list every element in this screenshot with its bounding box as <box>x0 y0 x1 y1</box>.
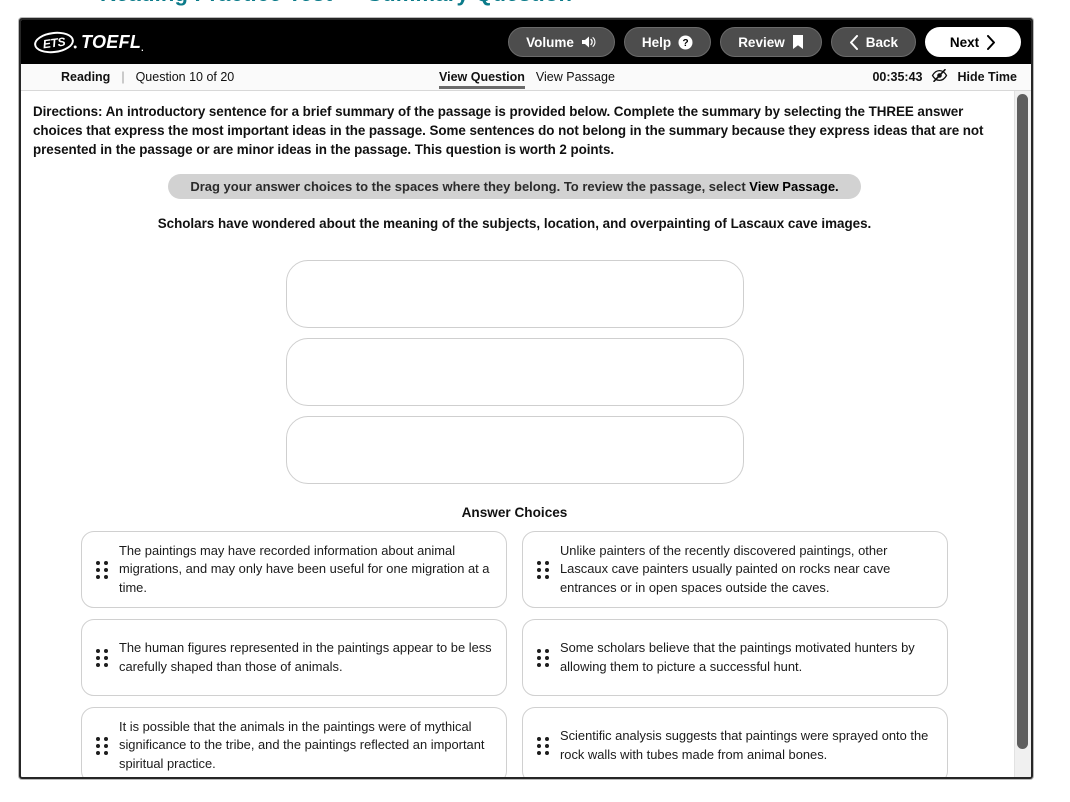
svg-text:?: ? <box>683 38 689 49</box>
answer-choice-5-text: It is possible that the animals in the p… <box>119 719 485 771</box>
drag-handle-icon[interactable] <box>96 560 108 579</box>
drag-handle-icon[interactable] <box>96 648 108 667</box>
back-button-label: Back <box>865 34 898 50</box>
help-icon: ? <box>678 35 693 50</box>
bookmark-icon <box>792 34 804 50</box>
help-button-label: Help <box>641 34 672 50</box>
toefl-test-window: ETS TOEFL. Volume Help ? Review Back Nex… <box>19 18 1033 779</box>
test-section-info: Reading | Question 10 of 20 <box>21 70 234 84</box>
tab-view-passage-label: View Passage <box>535 70 615 84</box>
drag-handle-icon[interactable] <box>537 648 549 667</box>
answer-choice-6[interactable]: Scientific analysis suggests that painti… <box>522 707 948 777</box>
section-label: Reading <box>61 70 111 84</box>
answer-choice-6-text: Scientific analysis suggests that painti… <box>560 728 929 762</box>
answer-choice-4[interactable]: Some scholars believe that the paintings… <box>522 619 948 697</box>
eye-slash-icon[interactable] <box>931 68 948 85</box>
toefl-wordmark: TOEFL. <box>81 31 144 53</box>
tab-view-passage[interactable]: View Passage <box>536 64 615 90</box>
vertical-scrollbar[interactable] <box>1014 91 1031 777</box>
ets-logo-icon: ETS <box>32 29 77 55</box>
answer-choice-1[interactable]: The paintings may have recorded informat… <box>81 531 507 609</box>
answer-choice-2-text: Unlike painters of the recently discover… <box>560 543 891 595</box>
subheader-divider: | <box>121 70 125 84</box>
summary-dropzones <box>33 260 996 485</box>
tab-view-question-label: View Question <box>439 70 525 84</box>
question-counter: Question 10 of 20 <box>135 70 235 84</box>
drag-instruction-banner: Drag your answer choices to the spaces w… <box>168 174 861 200</box>
intro-sentence: Scholars have wondered about the meaning… <box>157 216 872 232</box>
answer-choice-3[interactable]: The human figures represented in the pai… <box>81 619 507 697</box>
chevron-right-icon <box>986 34 996 50</box>
next-button-label: Next <box>949 34 980 50</box>
dropzone-3[interactable] <box>285 416 744 485</box>
ets-logo-text: ETS <box>41 33 66 51</box>
next-button[interactable]: Next <box>925 27 1021 57</box>
chevron-left-icon <box>849 34 859 50</box>
drag-instruction-text: Drag your answer choices to the spaces w… <box>190 179 750 195</box>
timer-area: 00:35:43 Hide Time <box>872 68 1017 85</box>
question-content: Directions: An introductory sentence for… <box>21 91 1014 777</box>
back-button[interactable]: Back <box>830 27 916 57</box>
timer-value: 00:35:43 <box>872 70 923 84</box>
volume-icon <box>581 35 597 49</box>
header-actions: Volume Help ? Review Back Next <box>508 27 1021 57</box>
app-header: ETS TOEFL. Volume Help ? Review Back Nex… <box>21 20 1031 64</box>
hide-time-label[interactable]: Hide Time <box>957 70 1017 84</box>
answer-choice-2[interactable]: Unlike painters of the recently discover… <box>522 531 948 609</box>
clipped-page-heading: Reading Practice Test — Summary Question <box>100 0 572 7</box>
directions-text: Directions: An introductory sentence for… <box>33 104 984 158</box>
scrollbar-thumb[interactable] <box>1017 94 1028 749</box>
answer-choice-5[interactable]: It is possible that the animals in the p… <box>81 707 507 777</box>
drag-handle-icon[interactable] <box>96 736 108 755</box>
dropzone-1[interactable] <box>285 260 744 329</box>
answer-choice-4-text: Some scholars believe that the paintings… <box>560 640 915 674</box>
sub-header: Reading | Question 10 of 20 View Questio… <box>21 64 1031 91</box>
review-button-label: Review <box>738 34 785 50</box>
answer-choices-heading: Answer Choices <box>461 505 568 521</box>
view-tabs: View Question View Passage <box>439 64 615 90</box>
help-button[interactable]: Help ? <box>623 27 712 57</box>
question-body: Directions: An introductory sentence for… <box>21 91 1031 777</box>
tab-view-question[interactable]: View Question <box>439 64 525 90</box>
answer-choices-list: The paintings may have recorded informat… <box>33 531 996 777</box>
volume-button-label: Volume <box>526 34 574 50</box>
brand-logo: ETS TOEFL. <box>32 29 144 55</box>
dropzone-2[interactable] <box>285 338 744 407</box>
answer-choice-3-text: The human figures represented in the pai… <box>119 640 492 674</box>
volume-button[interactable]: Volume <box>508 27 615 57</box>
drag-handle-icon[interactable] <box>537 736 549 755</box>
drag-handle-icon[interactable] <box>537 560 549 579</box>
drag-instruction-emphasis: View Passage. <box>749 179 839 195</box>
answer-choice-1-text: The paintings may have recorded informat… <box>119 543 490 595</box>
review-button[interactable]: Review <box>720 27 822 57</box>
